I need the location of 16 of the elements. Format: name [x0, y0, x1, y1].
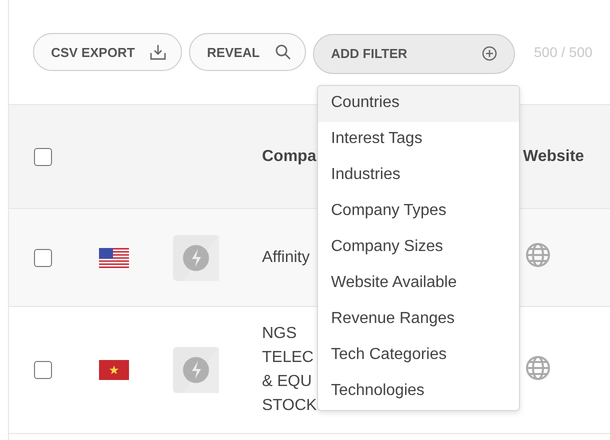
menu-item[interactable]: Company Sizes	[318, 230, 519, 266]
company-name: Affinity	[261, 248, 310, 266]
menu-item[interactable]: Company Types	[318, 194, 519, 230]
menu-item[interactable]: Interest Tags	[318, 122, 519, 158]
menu-item[interactable]: Countries	[318, 86, 519, 122]
menu-item[interactable]: Industries	[318, 158, 519, 194]
column-header[interactable]: Compa	[241, 148, 316, 166]
column-header[interactable]: Website	[519, 148, 584, 166]
menu-item[interactable]: Technologies	[318, 374, 519, 410]
menu-item[interactable]: Revenue Ranges	[318, 302, 519, 338]
export-button[interactable]: CSV EXPORT	[33, 33, 182, 71]
menu-item[interactable]: Tech Categories	[318, 338, 519, 374]
reveal-button[interactable]: REVEAL	[189, 33, 306, 71]
add-filter-button[interactable]: ADD FILTER	[313, 34, 515, 74]
company-name: NGS TELEC & EQU STOCK	[261, 324, 318, 416]
menu-item[interactable]: Website Available	[318, 266, 519, 302]
